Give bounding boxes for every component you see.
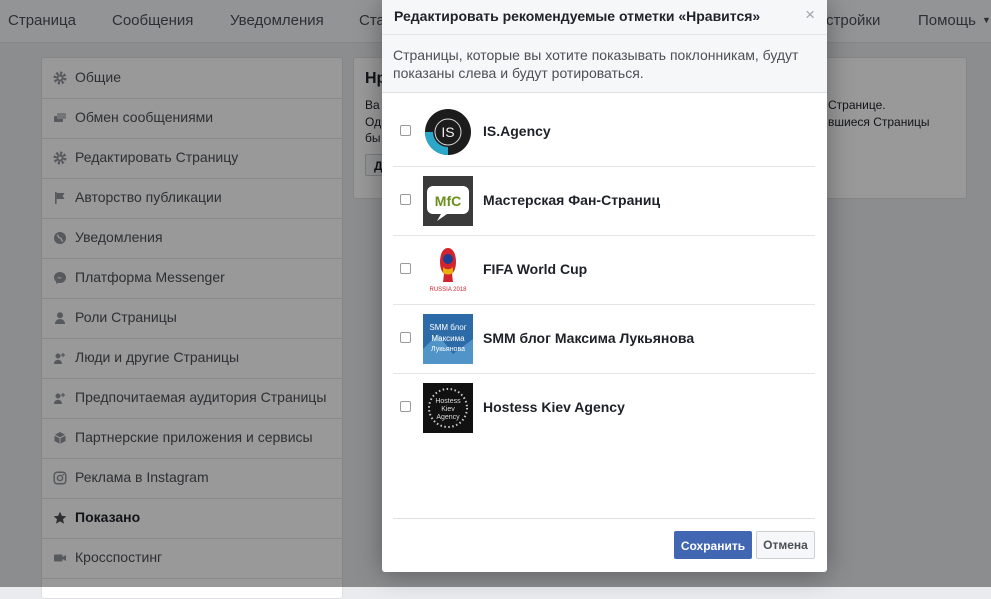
page-name: Мастерская Фан-Страниц — [483, 192, 661, 208]
page-checkbox[interactable] — [400, 401, 411, 412]
page-row-fan-pages[interactable]: MfC Мастерская Фан-Страниц — [393, 166, 815, 236]
dialog-description: Страницы, которые вы хотите показывать п… — [382, 35, 827, 93]
page-name: IS.Agency — [483, 123, 551, 139]
edit-featured-likes-dialog: Редактировать рекомендуемые отметки «Нра… — [382, 0, 827, 572]
save-button[interactable]: Сохранить — [674, 531, 752, 559]
hostess-logo-line-3: Agency — [436, 414, 460, 421]
footer-divider — [393, 518, 815, 519]
page-row-smm-blog[interactable]: SMM блог Максима Лукьянова SMM блог Макс… — [393, 304, 815, 374]
smm-logo-line-2: Максима — [431, 334, 465, 343]
is-agency-logo: IS — [423, 107, 473, 157]
hostess-logo: Hostess Kiev Agency — [423, 383, 473, 433]
fifa-logo-text: RUSSIA 2018 — [429, 287, 467, 293]
dialog-header: Редактировать рекомендуемые отметки «Нра… — [382, 0, 827, 35]
hostess-logo-line-2: Kiev — [441, 406, 455, 413]
page-row-fifa[interactable]: RUSSIA 2018 FIFA World Cup — [393, 235, 815, 305]
is-agency-logo-text: IS — [441, 124, 454, 140]
description-line: Страницы, которые вы хотите показывать п… — [393, 47, 799, 63]
page-name: FIFA World Cup — [483, 261, 588, 277]
page-row-is-agency[interactable]: IS IS.Agency — [393, 97, 815, 167]
dialog-title: Редактировать рекомендуемые отметки «Нра… — [394, 8, 761, 24]
smm-blog-logo: SMM блог Максима Лукьянова — [423, 314, 473, 364]
smm-logo-line-1: SMM блог — [429, 323, 466, 332]
cancel-button[interactable]: Отмена — [756, 531, 815, 559]
page-checkbox[interactable] — [400, 263, 411, 274]
page-checkbox[interactable] — [400, 332, 411, 343]
page-checkbox[interactable] — [400, 194, 411, 205]
close-icon[interactable]: × — [805, 6, 815, 24]
mfc-logo-text: MfC — [435, 193, 461, 209]
page-row-hostess[interactable]: Hostess Kiev Agency Hostess Kiev Agency — [393, 373, 815, 442]
page-name: Hostess Kiev Agency — [483, 399, 625, 415]
mfc-logo: MfC — [423, 176, 473, 226]
smm-logo-line-3: Лукьянова — [431, 346, 465, 353]
page-name: SMM блог Максима Лукьянова — [483, 330, 695, 346]
fifa-logo: RUSSIA 2018 — [423, 245, 473, 295]
hostess-logo-line-1: Hostess — [435, 398, 461, 405]
description-line: показаны слева и будут ротироваться. — [393, 65, 644, 81]
page-checkbox[interactable] — [400, 125, 411, 136]
